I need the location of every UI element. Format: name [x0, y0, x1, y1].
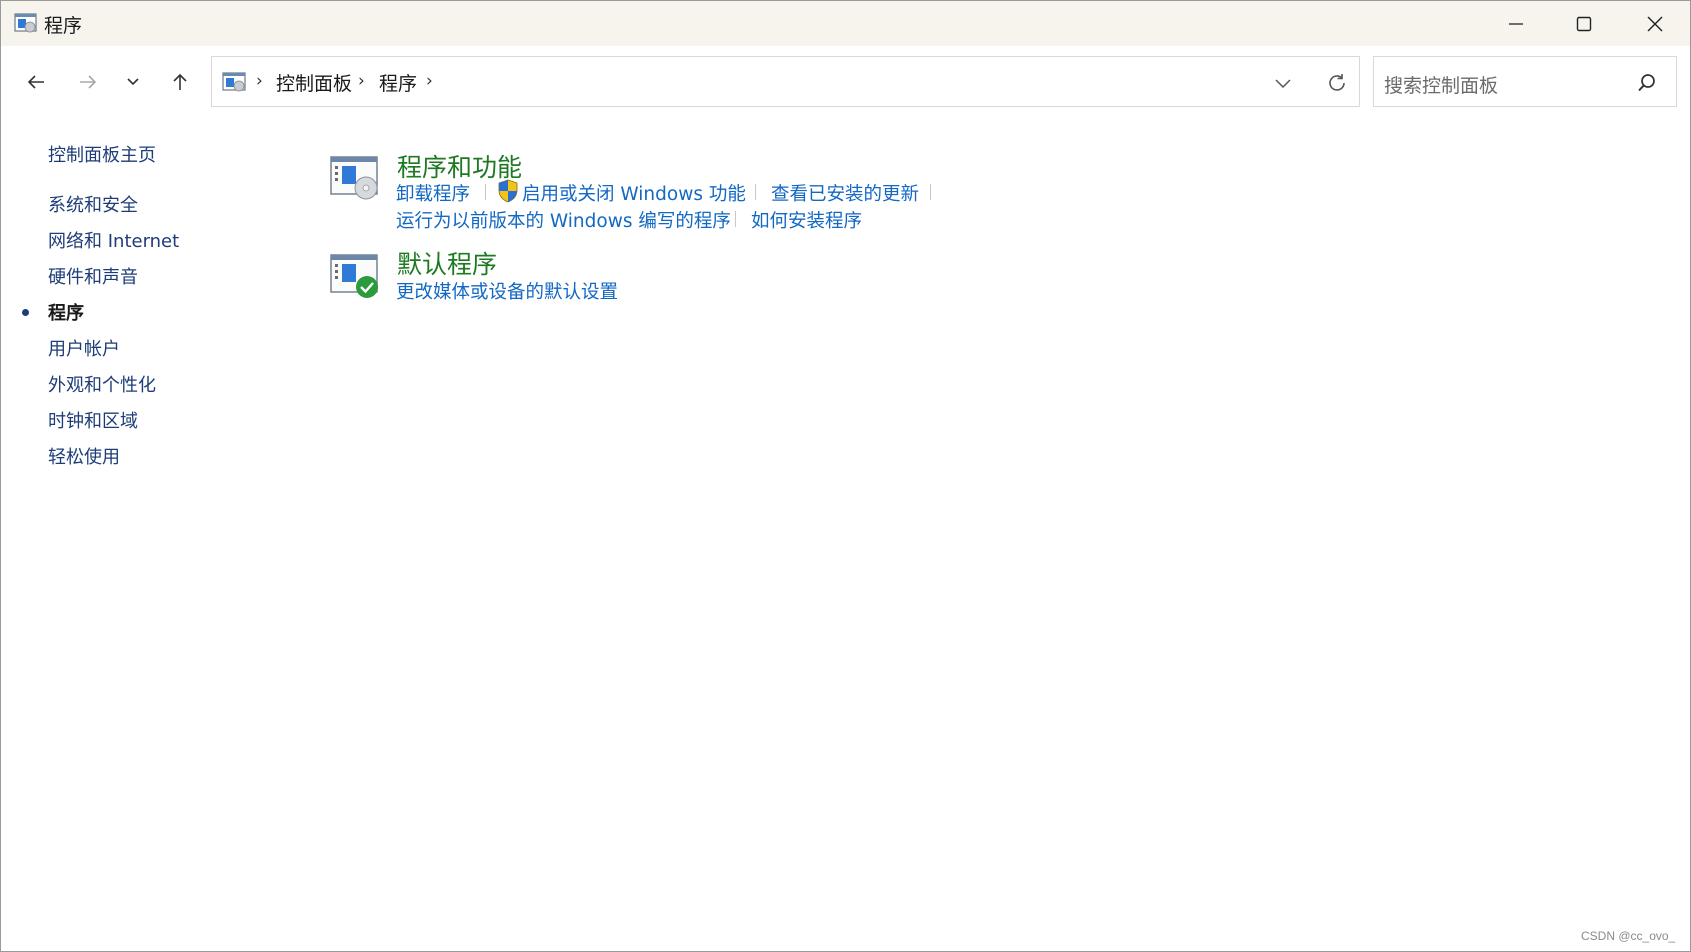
breadcrumb-control-panel[interactable]: 控制面板	[276, 69, 352, 96]
sidebar-item-programs: 程序	[48, 303, 84, 324]
sidebar-item-ease-of-access[interactable]: 轻松使用	[48, 443, 120, 469]
search-icon[interactable]	[1636, 72, 1658, 94]
programs-features-icon[interactable]	[330, 155, 380, 201]
uninstall-program-link[interactable]: 卸载程序	[396, 180, 470, 206]
how-to-install-link[interactable]: 如何安装程序	[751, 207, 862, 233]
sidebar-item-clock-region[interactable]: 时钟和区域	[48, 407, 138, 433]
address-history-button[interactable]	[1265, 69, 1301, 97]
maximize-button[interactable]	[1549, 1, 1619, 46]
current-item-bullet	[22, 309, 29, 316]
chevron-down-icon	[127, 78, 139, 86]
back-button[interactable]	[16, 64, 56, 100]
watermark: CSDN @cc_ovo_	[1581, 929, 1676, 943]
close-icon	[1647, 16, 1663, 31]
window-title: 程序	[44, 15, 83, 37]
up-button[interactable]	[160, 64, 200, 100]
forward-button[interactable]	[68, 64, 108, 100]
view-installed-updates-link[interactable]: 查看已安装的更新	[771, 180, 919, 206]
sidebar-item-system-security[interactable]: 系统和安全	[48, 191, 138, 217]
arrow-right-icon	[80, 75, 97, 89]
compatibility-link[interactable]: 运行为以前版本的 Windows 编写的程序	[396, 207, 731, 233]
refresh-button[interactable]	[1319, 68, 1355, 98]
chevron-right-icon[interactable]: ›	[256, 71, 263, 91]
chevron-right-icon[interactable]: ›	[426, 71, 433, 91]
recent-locations-button[interactable]	[113, 64, 153, 100]
sidebar-item-appearance-personalization[interactable]: 外观和个性化	[48, 371, 156, 397]
uac-shield-icon	[498, 179, 518, 203]
link-separator	[485, 184, 486, 200]
arrow-left-icon	[27, 75, 44, 89]
search-placeholder: 搜索控制面板	[1384, 75, 1499, 97]
link-separator	[930, 184, 931, 200]
link-separator	[735, 211, 736, 227]
control-panel-icon	[14, 13, 37, 33]
minimize-button[interactable]	[1481, 1, 1551, 46]
link-separator	[755, 184, 756, 200]
breadcrumb-programs[interactable]: 程序	[379, 69, 417, 96]
media-device-defaults-link[interactable]: 更改媒体或设备的默认设置	[396, 278, 618, 304]
default-programs-icon[interactable]	[330, 253, 380, 299]
control-panel-window: 程序 › 控制面板 › 程序 › 搜索控制面板 控制面板主页 系统和安全 网络和…	[0, 0, 1691, 952]
sidebar-item-control-panel-home[interactable]: 控制面板主页	[48, 141, 156, 167]
sidebar-item-hardware-sound[interactable]: 硬件和声音	[48, 263, 138, 289]
sidebar-item-user-accounts[interactable]: 用户帐户	[48, 335, 120, 361]
sidebar-item-network-internet[interactable]: 网络和 Internet	[48, 227, 179, 253]
windows-features-link[interactable]: 启用或关闭 Windows 功能	[522, 180, 746, 206]
refresh-icon	[1329, 74, 1345, 91]
arrow-up-icon	[173, 73, 187, 90]
chevron-right-icon[interactable]: ›	[358, 71, 365, 91]
minimize-icon	[1509, 22, 1523, 25]
title-bar: 程序	[1, 1, 1690, 46]
search-input[interactable]: 搜索控制面板	[1373, 56, 1677, 107]
chevron-down-icon	[1275, 79, 1291, 89]
maximize-icon	[1576, 16, 1592, 31]
control-panel-icon	[222, 72, 246, 92]
section-title-default-programs[interactable]: 默认程序	[397, 245, 497, 281]
navigation-bar: › 控制面板 › 程序 › 搜索控制面板	[1, 46, 1690, 116]
address-bar[interactable]: › 控制面板 › 程序 ›	[211, 56, 1360, 107]
close-button[interactable]	[1620, 1, 1690, 46]
